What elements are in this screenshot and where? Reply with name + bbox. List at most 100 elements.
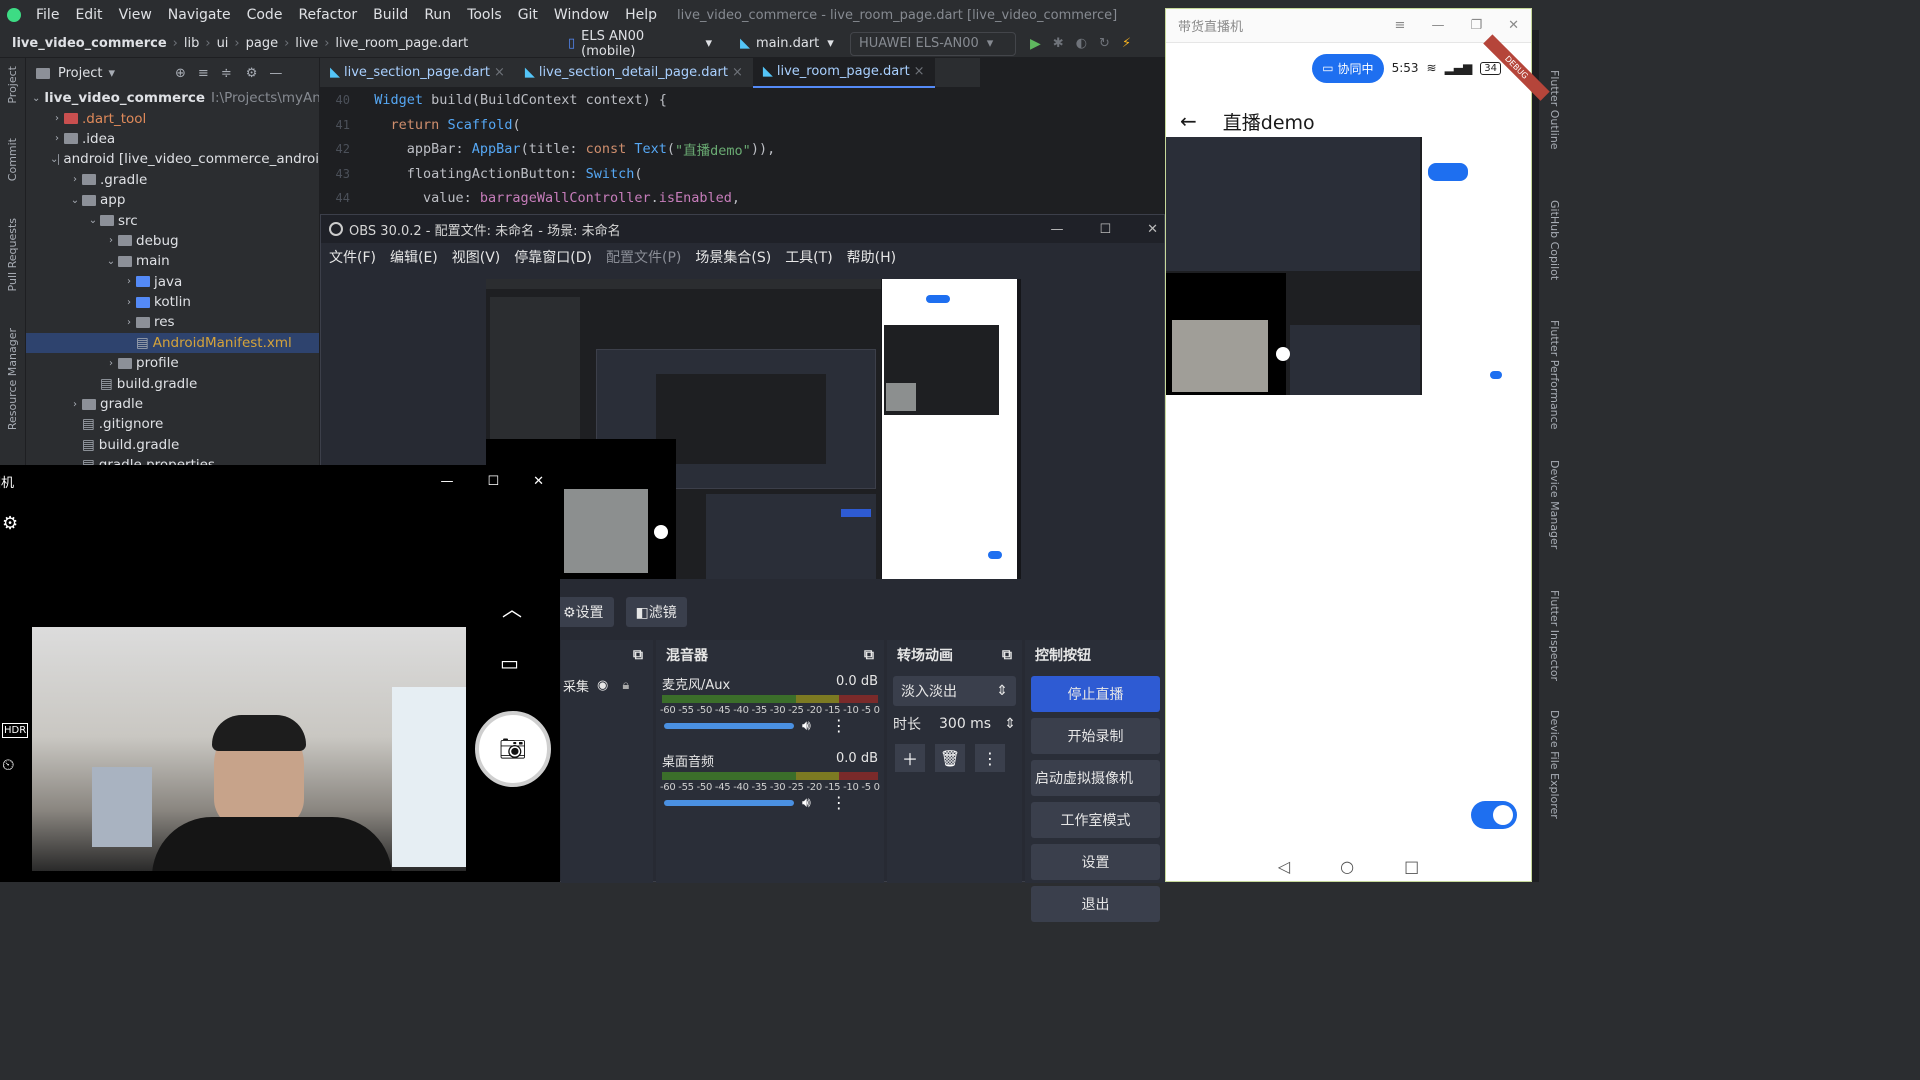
chevron-right-icon[interactable]: ›	[104, 358, 118, 369]
menu-tools[interactable]: Tools	[459, 7, 510, 23]
more-icon[interactable]: ⋮	[831, 793, 847, 812]
menu-git[interactable]: Git	[510, 7, 546, 23]
tree-item[interactable]: › .gradle	[26, 170, 319, 190]
tree-item[interactable]: › res	[26, 312, 319, 332]
close-icon[interactable]: ×	[914, 64, 925, 79]
eye-icon[interactable]: ◉	[597, 678, 608, 693]
obs-menu-item[interactable]: 场景集合(S)	[695, 247, 771, 267]
more-icon[interactable]: ⋮	[975, 744, 1005, 772]
profile-icon[interactable]: ◐	[1076, 36, 1087, 51]
undock-icon[interactable]: ⧉	[864, 647, 874, 663]
obs-preview-canvas[interactable]	[486, 279, 1021, 579]
menu-file[interactable]: File	[28, 7, 67, 23]
project-view-selector[interactable]: Project	[58, 66, 102, 81]
close-icon[interactable]: ×	[494, 65, 505, 80]
obs-menu-item[interactable]: 编辑(E)	[390, 247, 438, 267]
breadcrumb-item[interactable]: live_video_commerce	[6, 36, 173, 51]
chevron-up-icon[interactable]: ︿	[502, 593, 522, 622]
tool-commit[interactable]: Commit	[6, 138, 19, 181]
code-editor[interactable]: 40 Widget build(BuildContext context) {4…	[320, 88, 1165, 218]
run-config-selector[interactable]: ◣ main.dart ▾	[732, 32, 842, 56]
lock-icon[interactable]: 🔒︎	[622, 678, 629, 693]
start-virtual-camera-button[interactable]: 启动虚拟摄像机	[1031, 760, 1160, 796]
obs-menu-item[interactable]: 视图(V)	[452, 247, 501, 267]
menu-edit[interactable]: Edit	[67, 7, 110, 23]
breadcrumb-item[interactable]: lib	[178, 36, 205, 51]
tree-item[interactable]: ▤ build.gradle	[26, 373, 319, 393]
tree-item[interactable]: › .idea	[26, 129, 319, 149]
timer-icon[interactable]: ⏲	[2, 755, 14, 775]
chevron-down-icon[interactable]: ⌄	[86, 215, 100, 226]
tab-live-section-detail-page[interactable]: ◣ live_section_detail_page.dart ×	[515, 58, 753, 88]
close-icon[interactable]: ×	[732, 65, 743, 80]
close-icon[interactable]: ✕	[1508, 18, 1519, 33]
collab-status-pill[interactable]: ▭ 协同中	[1312, 53, 1384, 83]
gear-icon[interactable]: ⚙	[246, 66, 258, 81]
start-recording-button[interactable]: 开始录制	[1031, 718, 1160, 754]
tree-item[interactable]: › java	[26, 272, 319, 292]
source-item[interactable]: 采集 ◉ 🔒︎	[561, 670, 653, 700]
chevron-right-icon[interactable]: ›	[122, 276, 136, 287]
more-icon[interactable]: ⋮	[831, 716, 847, 735]
chevron-right-icon[interactable]: ›	[104, 235, 118, 246]
source-filters-button[interactable]: ◧滤镜	[625, 597, 687, 627]
settings-button[interactable]: 设置	[1031, 844, 1160, 880]
minimize-icon[interactable]: —	[440, 474, 453, 489]
undock-icon[interactable]: ⧉	[1002, 647, 1012, 663]
tool-github-copilot[interactable]: GitHub Copilot	[1548, 200, 1561, 280]
menu-refactor[interactable]: Refactor	[290, 7, 365, 23]
tree-item[interactable]: › kotlin	[26, 292, 319, 312]
obs-menu-item[interactable]: 停靠窗口(D)	[514, 247, 592, 267]
chevron-right-icon[interactable]: ›	[68, 174, 82, 185]
breadcrumb-item[interactable]: page	[240, 36, 284, 51]
tree-item[interactable]: ⌄ app	[26, 190, 319, 210]
chevron-right-icon[interactable]: ›	[50, 133, 64, 144]
recents-nav-icon[interactable]: □	[1404, 857, 1419, 876]
tool-pull-requests[interactable]: Pull Requests	[6, 218, 19, 291]
chevron-down-icon[interactable]: ⌄	[104, 256, 118, 267]
close-icon[interactable]: ✕	[1147, 222, 1158, 237]
updown-icon[interactable]: ⇕	[1004, 716, 1016, 732]
back-arrow-icon[interactable]: ←	[1180, 109, 1197, 133]
tool-flutter-performance[interactable]: Flutter Performance	[1548, 320, 1561, 429]
menu-build[interactable]: Build	[365, 7, 416, 23]
restore-icon[interactable]: ❐	[1470, 18, 1482, 33]
breadcrumb-item[interactable]: ui	[211, 36, 235, 51]
device-selector[interactable]: ▯ ELS AN00 (mobile) ▾	[560, 29, 720, 59]
tree-item[interactable]: ⌄ src	[26, 210, 319, 230]
close-icon[interactable]: ✕	[533, 474, 544, 489]
stop-streaming-button[interactable]: 停止直播	[1031, 676, 1160, 712]
speaker-icon[interactable]: 🔊︎	[802, 795, 811, 811]
back-nav-icon[interactable]: ◁	[1278, 857, 1290, 876]
capture-button[interactable]: 📷︎	[475, 711, 551, 787]
hdr-icon[interactable]: HDR	[2, 723, 29, 738]
obs-menu-item[interactable]: 工具(T)	[785, 247, 832, 267]
tool-device-manager[interactable]: Device Manager	[1548, 460, 1561, 549]
tool-resource-manager[interactable]: Resource Manager	[6, 328, 19, 430]
menu-help[interactable]: Help	[617, 7, 665, 23]
chevron-right-icon[interactable]: ›	[50, 113, 64, 124]
tool-flutter-outline[interactable]: Flutter Outline	[1548, 70, 1561, 150]
minimize-icon[interactable]: —	[1050, 222, 1063, 237]
attach-icon[interactable]: ↻	[1099, 36, 1110, 51]
menu-run[interactable]: Run	[416, 7, 459, 23]
transition-select[interactable]: 淡入淡出 ⇕	[893, 676, 1016, 706]
tree-item[interactable]: ⌄ android [live_video_commerce_androi	[26, 149, 319, 169]
obs-menu-item[interactable]: 文件(F)	[329, 247, 376, 267]
exit-button[interactable]: 退出	[1031, 886, 1160, 922]
trash-icon[interactable]: 🗑︎	[935, 744, 965, 772]
chevron-right-icon[interactable]: ›	[122, 317, 136, 328]
expand-all-icon[interactable]: ≡	[198, 66, 209, 81]
tree-item[interactable]: ⌄ live_video_commerce I:\Projects\myAndr	[26, 88, 319, 108]
menu-navigate[interactable]: Navigate	[160, 7, 239, 23]
gear-icon[interactable]: ⚙	[2, 513, 18, 534]
volume-slider[interactable]	[664, 799, 794, 806]
home-nav-icon[interactable]: ○	[1340, 857, 1354, 876]
obs-menu-item[interactable]: 帮助(H)	[847, 247, 896, 267]
chevron-down-icon[interactable]: ⌄	[50, 154, 58, 165]
undock-icon[interactable]: ⧉	[633, 647, 643, 663]
duration-input[interactable]: 300 ms	[933, 712, 998, 736]
minimize-icon[interactable]: —	[269, 66, 282, 81]
menu-code[interactable]: Code	[239, 7, 291, 23]
minimize-icon[interactable]: —	[1431, 18, 1444, 33]
